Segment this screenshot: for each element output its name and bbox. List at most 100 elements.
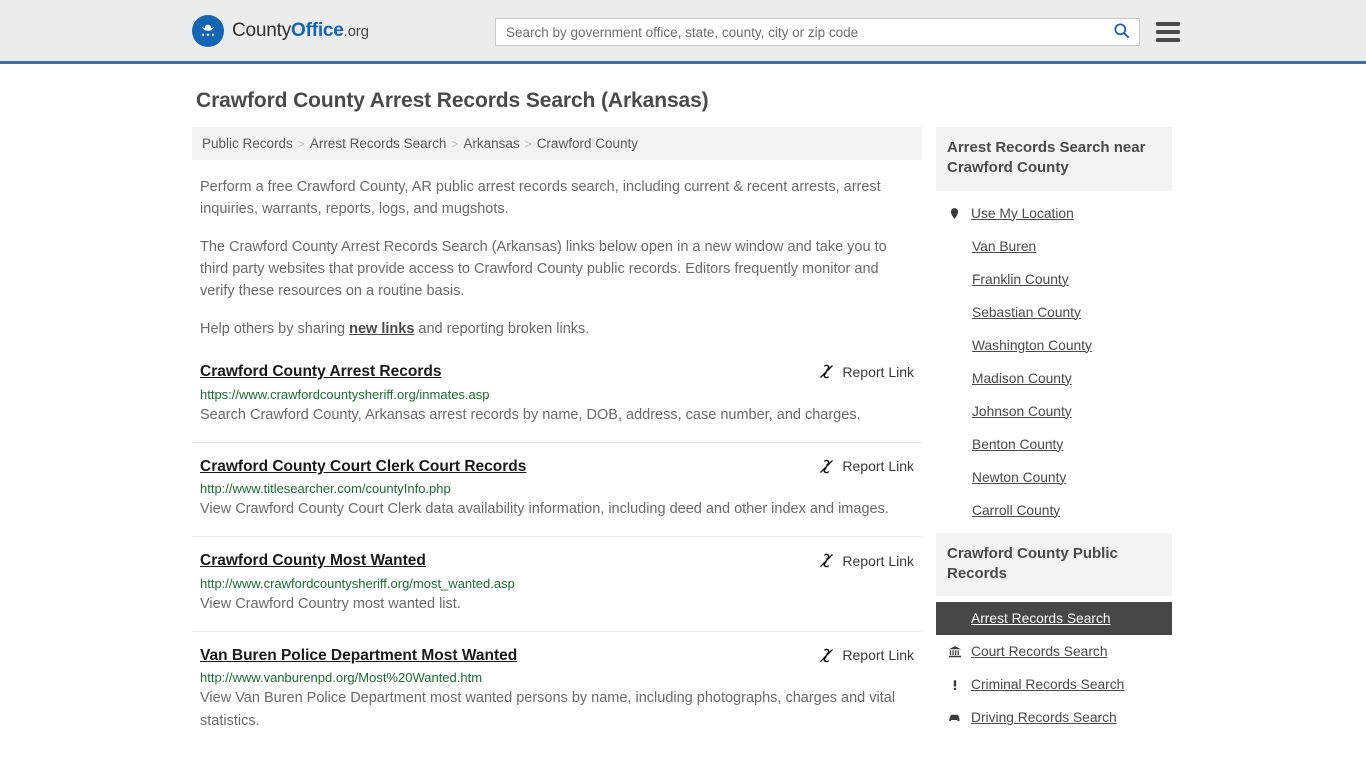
logo-text-org: .org	[343, 22, 369, 40]
nearby-item-benton-county[interactable]: Benton County	[936, 428, 1172, 461]
intro-p3-after: and reporting broken links.	[414, 321, 590, 338]
result-title-link[interactable]: Crawford County Most Wanted	[200, 551, 426, 570]
nearby-item-sebastian-county[interactable]: Sebastian County	[936, 296, 1172, 329]
hamburger-menu-icon[interactable]	[1156, 22, 1180, 42]
breadcrumb-item-3[interactable]: Arkansas	[463, 136, 519, 151]
nearby-item-label: Johnson County	[972, 403, 1072, 419]
result-header: Crawford County Arrest Records Report Lin…	[200, 362, 914, 381]
report-link-button[interactable]: Report Link	[818, 646, 914, 664]
logo-text-office: Office	[291, 19, 344, 41]
result-url-link[interactable]: http://www.crawfordcountysheriff.org/mos…	[200, 576, 914, 591]
nearby-item-label: Use My Location	[971, 205, 1074, 221]
nearby-item-label: Washington County	[972, 337, 1092, 353]
nearby-item-newton-county[interactable]: Newton County	[936, 461, 1172, 494]
breadcrumb-item-1[interactable]: Public Records	[202, 136, 293, 151]
breadcrumb-separator: >	[524, 136, 532, 151]
header-search-area	[495, 18, 1180, 46]
nearby-item-label: Van Buren	[972, 238, 1037, 254]
page-container: Crawford County Arrest Records Search (A…	[0, 89, 1366, 763]
map-pin-icon	[947, 207, 962, 220]
result-description: View Crawford Country most wanted list.	[200, 595, 461, 612]
nearby-item-label: Carroll County	[972, 502, 1061, 518]
page-title: Crawford County Arrest Records Search (A…	[196, 89, 709, 112]
nearby-searches-panel: Arrest Records Search near Crawford Coun…	[936, 127, 1172, 527]
nearby-item-label: Franklin County	[972, 271, 1069, 287]
new-links-link[interactable]: new links	[349, 321, 414, 337]
search-input[interactable]	[506, 24, 1110, 40]
report-link-label: Report Link	[842, 552, 914, 569]
breadcrumb-item-2[interactable]: Arrest Records Search	[310, 136, 447, 151]
hamburger-bar	[1156, 30, 1180, 34]
result-header: Crawford County Most Wanted Report Link	[200, 551, 914, 570]
hamburger-bar	[1156, 38, 1180, 42]
nearby-item-carroll-county[interactable]: Carroll County	[936, 494, 1172, 527]
result-title-link[interactable]: Van Buren Police Department Most Wanted	[200, 646, 517, 665]
breadcrumb: Public Records > Arrest Records Search > Ark…	[192, 127, 922, 160]
report-link-button[interactable]: Report Link	[818, 362, 914, 380]
result-description: Search Crawford County, Arkansas arrest …	[200, 406, 861, 423]
intro-block: Perform a free Crawford County, AR publi…	[192, 176, 922, 340]
report-link-label: Report Link	[842, 647, 914, 664]
nearby-item-label: Benton County	[972, 436, 1064, 452]
records-panel-list: Arrest Records Search Court Records Searc…	[936, 596, 1172, 734]
result-item: Crawford County Court Clerk Court Record…	[192, 457, 922, 538]
nearby-item-washington-county[interactable]: Washington County	[936, 329, 1172, 362]
exclamation-icon	[947, 678, 962, 692]
site-logo-text: CountyOffice.org	[232, 20, 369, 42]
content-columns: Public Records > Arrest Records Search > Ark…	[192, 127, 1174, 763]
broken-link-icon	[818, 552, 835, 569]
result-header: Van Buren Police Department Most Wanted R…	[200, 646, 914, 665]
result-title-link[interactable]: Crawford County Arrest Records	[200, 362, 441, 381]
broken-link-icon	[818, 458, 835, 475]
result-item: Van Buren Police Department Most Wanted R…	[192, 646, 922, 749]
nearby-item-label: Sebastian County	[972, 304, 1081, 320]
records-item-driving-records-search[interactable]: Driving Records Search	[936, 701, 1172, 734]
nearby-panel-title: Arrest Records Search near Crawford Coun…	[936, 127, 1172, 191]
result-item: Crawford County Most Wanted Report Link ht…	[192, 551, 922, 632]
result-header: Crawford County Court Clerk Court Record…	[200, 457, 914, 476]
report-link-button[interactable]: Report Link	[818, 457, 914, 475]
report-link-label: Report Link	[842, 363, 914, 380]
result-url-link[interactable]: http://www.titlesearcher.com/countyInfo.…	[200, 481, 914, 496]
results-list: Crawford County Arrest Records Report Lin…	[192, 362, 922, 748]
search-button[interactable]	[1110, 21, 1133, 43]
nearby-item-label: Newton County	[972, 469, 1067, 485]
intro-p3-before: Help others by sharing	[200, 321, 350, 338]
nearby-item-use-my-location[interactable]: Use My Location	[936, 197, 1172, 230]
nearby-item-label: Madison County	[972, 370, 1072, 386]
nearby-item-franklin-county[interactable]: Franklin County	[936, 263, 1172, 296]
search-box[interactable]	[495, 18, 1140, 46]
public-records-panel: Crawford County Public Records Arrest Re…	[936, 532, 1172, 735]
site-logo[interactable]: CountyOffice.org	[192, 14, 369, 47]
breadcrumb-item-4[interactable]: Crawford County	[537, 136, 638, 151]
result-title-link[interactable]: Crawford County Court Clerk Court Record…	[200, 457, 526, 476]
result-description: View Crawford County Court Clerk data av…	[200, 501, 889, 518]
nearby-item-van-buren[interactable]: Van Buren	[936, 230, 1172, 263]
result-description: View Van Buren Police Department most wa…	[200, 690, 896, 730]
main-column: Public Records > Arrest Records Search > Ark…	[192, 127, 922, 763]
records-item-court-records-search[interactable]: Court Records Search	[936, 635, 1172, 668]
eagle-seal-icon	[192, 14, 224, 47]
nearby-item-madison-county[interactable]: Madison County	[936, 362, 1172, 395]
records-item-arrest-records-search[interactable]: Arrest Records Search	[936, 602, 1172, 635]
broken-link-icon	[818, 363, 835, 380]
records-item-label: Criminal Records Search	[971, 677, 1125, 692]
nearby-item-johnson-county[interactable]: Johnson County	[936, 395, 1172, 428]
result-url-link[interactable]: http://www.vanburenpd.org/Most%20Wanted.…	[200, 670, 914, 685]
result-item: Crawford County Arrest Records Report Lin…	[192, 362, 922, 443]
intro-paragraph-3: Help others by sharing new links and rep…	[200, 318, 914, 340]
records-item-label: Driving Records Search	[971, 710, 1117, 725]
logo-text-county: County	[232, 19, 292, 41]
sidebar: Arrest Records Search near Crawford Coun…	[936, 127, 1172, 740]
report-link-button[interactable]: Report Link	[818, 551, 914, 569]
records-item-criminal-records-search[interactable]: Criminal Records Search	[936, 668, 1172, 701]
result-url-link[interactable]: https://www.crawfordcountysheriff.org/in…	[200, 387, 914, 402]
search-icon	[1112, 21, 1131, 43]
records-panel-title: Crawford County Public Records	[936, 532, 1172, 596]
car-icon	[947, 711, 962, 724]
site-header: CountyOffice.org	[0, 0, 1366, 64]
broken-link-icon	[818, 647, 835, 664]
records-item-label: Court Records Search	[971, 644, 1108, 659]
hamburger-bar	[1156, 22, 1180, 26]
courthouse-icon	[947, 645, 962, 659]
